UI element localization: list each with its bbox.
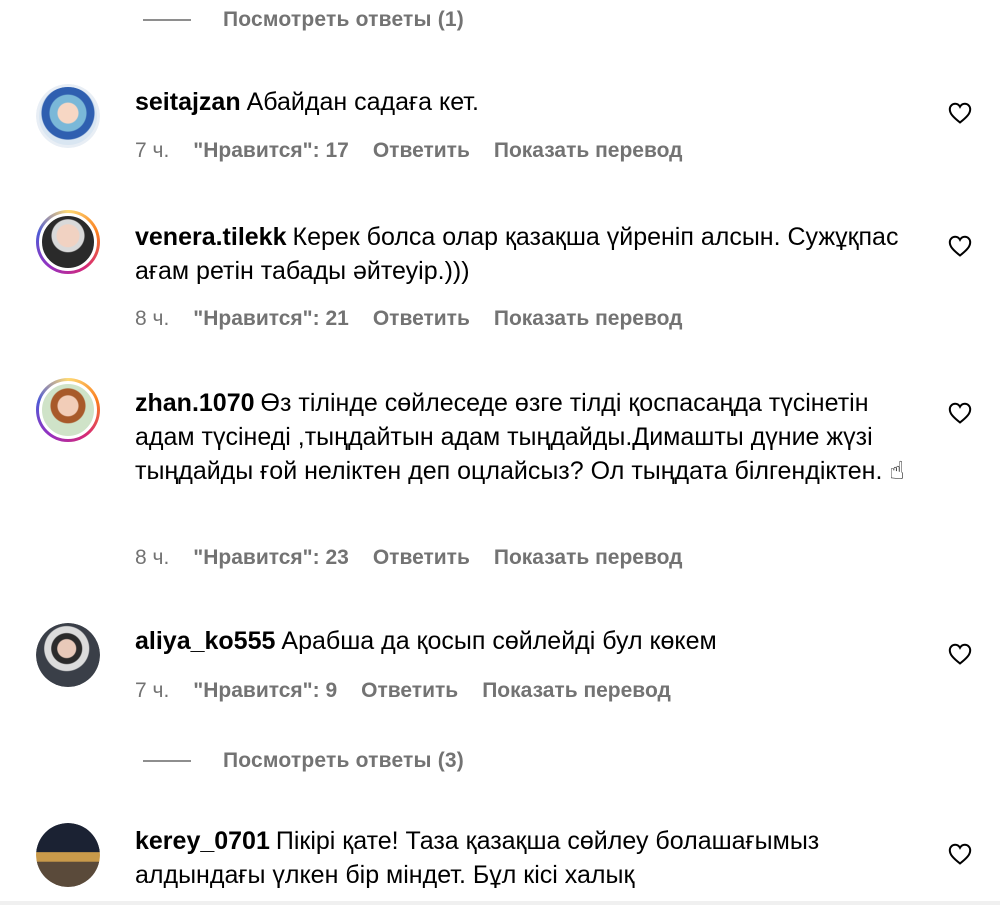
translate-button[interactable]: Показать перевод <box>494 139 683 163</box>
translate-button[interactable]: Показать перевод <box>494 307 683 331</box>
avatar[interactable] <box>36 84 100 148</box>
comment-text: Арабша да қосып сөйлейді бул көкем <box>281 627 717 655</box>
heart-icon[interactable] <box>948 102 972 124</box>
heart-icon[interactable] <box>948 843 972 865</box>
comment-time: 7 ч. <box>135 139 170 162</box>
view-replies-label: Посмотреть ответы (3) <box>223 749 464 772</box>
view-replies-label: Посмотреть ответы (1) <box>223 8 464 31</box>
avatar[interactable] <box>36 378 100 442</box>
view-replies-button[interactable]: Посмотреть ответы (1) <box>143 8 464 32</box>
heart-icon[interactable] <box>948 402 972 424</box>
view-replies-button[interactable]: Посмотреть ответы (3) <box>143 749 464 773</box>
heart-icon[interactable] <box>948 235 972 257</box>
heart-icon[interactable] <box>948 643 972 665</box>
likes-count[interactable]: "Нравится": 23 <box>193 546 349 570</box>
avatar[interactable] <box>36 823 100 887</box>
comment-text: Абайдан садаға кет. <box>246 88 479 116</box>
avatar[interactable] <box>36 210 100 274</box>
reply-button[interactable]: Ответить <box>373 546 470 570</box>
comment-time: 8 ч. <box>135 307 170 330</box>
reply-button[interactable]: Ответить <box>361 679 458 703</box>
bottom-divider <box>0 901 1000 905</box>
likes-count[interactable]: "Нравится": 21 <box>193 307 349 331</box>
reply-button[interactable]: Ответить <box>373 307 470 331</box>
comment-time: 8 ч. <box>135 546 170 569</box>
comment-username[interactable]: seitajzan <box>135 88 241 116</box>
translate-button[interactable]: Показать перевод <box>494 546 683 570</box>
comment-time: 7 ч. <box>135 679 170 702</box>
reply-button[interactable]: Ответить <box>373 139 470 163</box>
likes-count[interactable]: "Нравится": 17 <box>193 139 349 163</box>
comment-username[interactable]: zhan.1070 <box>135 389 255 417</box>
comment-username[interactable]: kerey_0701 <box>135 827 270 855</box>
comment-username[interactable]: aliya_ko555 <box>135 627 275 655</box>
divider-line <box>143 760 191 762</box>
likes-count[interactable]: "Нравится": 9 <box>193 679 337 703</box>
comment-username[interactable]: venera.tilekk <box>135 223 287 251</box>
translate-button[interactable]: Показать перевод <box>482 679 671 703</box>
divider-line <box>143 19 191 21</box>
avatar[interactable] <box>36 623 100 687</box>
